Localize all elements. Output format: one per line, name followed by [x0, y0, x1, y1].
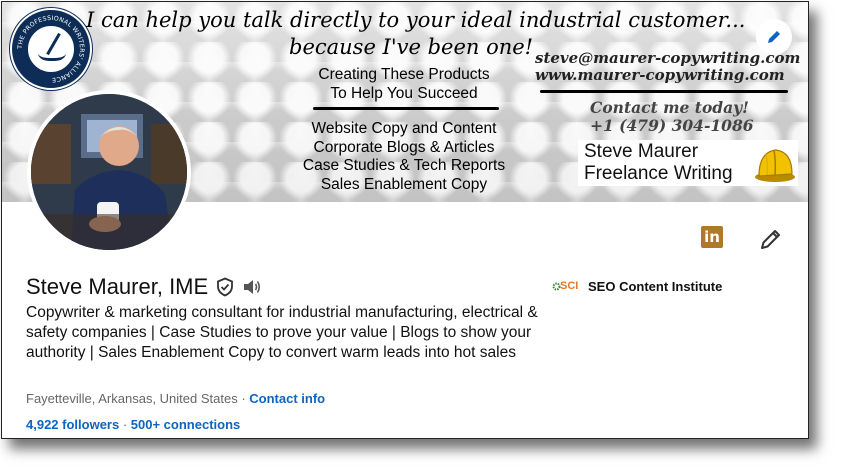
profile-stats: 4,922 followers · 500+ connections — [26, 417, 241, 432]
profile-photo-image — [31, 94, 187, 250]
product-item: Corporate Blogs & Articles — [313, 138, 495, 156]
banner-cta: Contact me today! +1 (479) 304-1086 — [590, 99, 754, 135]
organization-name: SEO Content Institute — [588, 279, 723, 294]
profile-location-row: Fayetteville, Arkansas, United States · … — [26, 391, 326, 406]
product-item: Case Studies & Tech Reports — [302, 157, 506, 174]
edit-intro-button[interactable] — [758, 226, 784, 252]
banner-website: www.maurer-copywriting.com — [535, 66, 785, 84]
pencil-icon — [768, 31, 780, 43]
banner-email: steve@maurer-copywriting.com — [535, 49, 801, 67]
contact-cta: Contact me today! — [590, 98, 749, 117]
hard-hat-icon — [755, 149, 795, 182]
profile-headline: Copywriter & marketing consultant for in… — [26, 304, 538, 361]
edit-banner-button[interactable] — [756, 19, 792, 55]
profile-name-row: Steve Maurer, IME — [26, 274, 262, 300]
brand-name: Steve Maurer — [584, 141, 699, 162]
brand-tagline: Freelance Writing — [584, 163, 733, 184]
current-organization[interactable]: SCI SEO Content Institute — [552, 279, 722, 294]
banner-contact-block: steve@maurer-copywriting.com www.maurer-… — [535, 50, 800, 84]
banner-divider — [540, 90, 788, 93]
writers-alliance-seal: THE PROFESSIONAL WRITERS' ALLIANCE — [10, 8, 92, 90]
products-list: Website Copy and Content Corporate Blogs… — [288, 120, 520, 194]
profile-name: Steve Maurer, IME — [26, 274, 209, 299]
profile-photo[interactable] — [27, 90, 191, 254]
products-title: Creating These Products To Help You Succ… — [318, 66, 490, 102]
product-item: Website Copy and Content — [311, 120, 497, 137]
linkedin-icon[interactable]: in — [701, 226, 723, 248]
followers-link[interactable]: 4,922 followers — [26, 417, 119, 432]
profile-card: THE PROFESSIONAL WRITERS' ALLIANCE I can… — [1, 1, 809, 439]
banner-headline-line2: because I've been one! — [289, 35, 534, 59]
banner-divider — [313, 107, 499, 110]
contact-info-link[interactable]: Contact info — [249, 391, 325, 406]
connections-link[interactable]: 500+ connections — [131, 417, 240, 432]
shield-check-icon[interactable] — [215, 277, 235, 297]
banner-headline-line1: I can help you talk directly to your ide… — [86, 8, 746, 32]
organization-logo: SCI — [552, 280, 580, 294]
banner-phone: +1 (479) 304-1086 — [590, 116, 754, 135]
product-item: Sales Enablement Copy — [320, 175, 488, 193]
speaker-icon[interactable] — [242, 278, 262, 296]
profile-location: Fayetteville, Arkansas, United States — [26, 391, 238, 406]
